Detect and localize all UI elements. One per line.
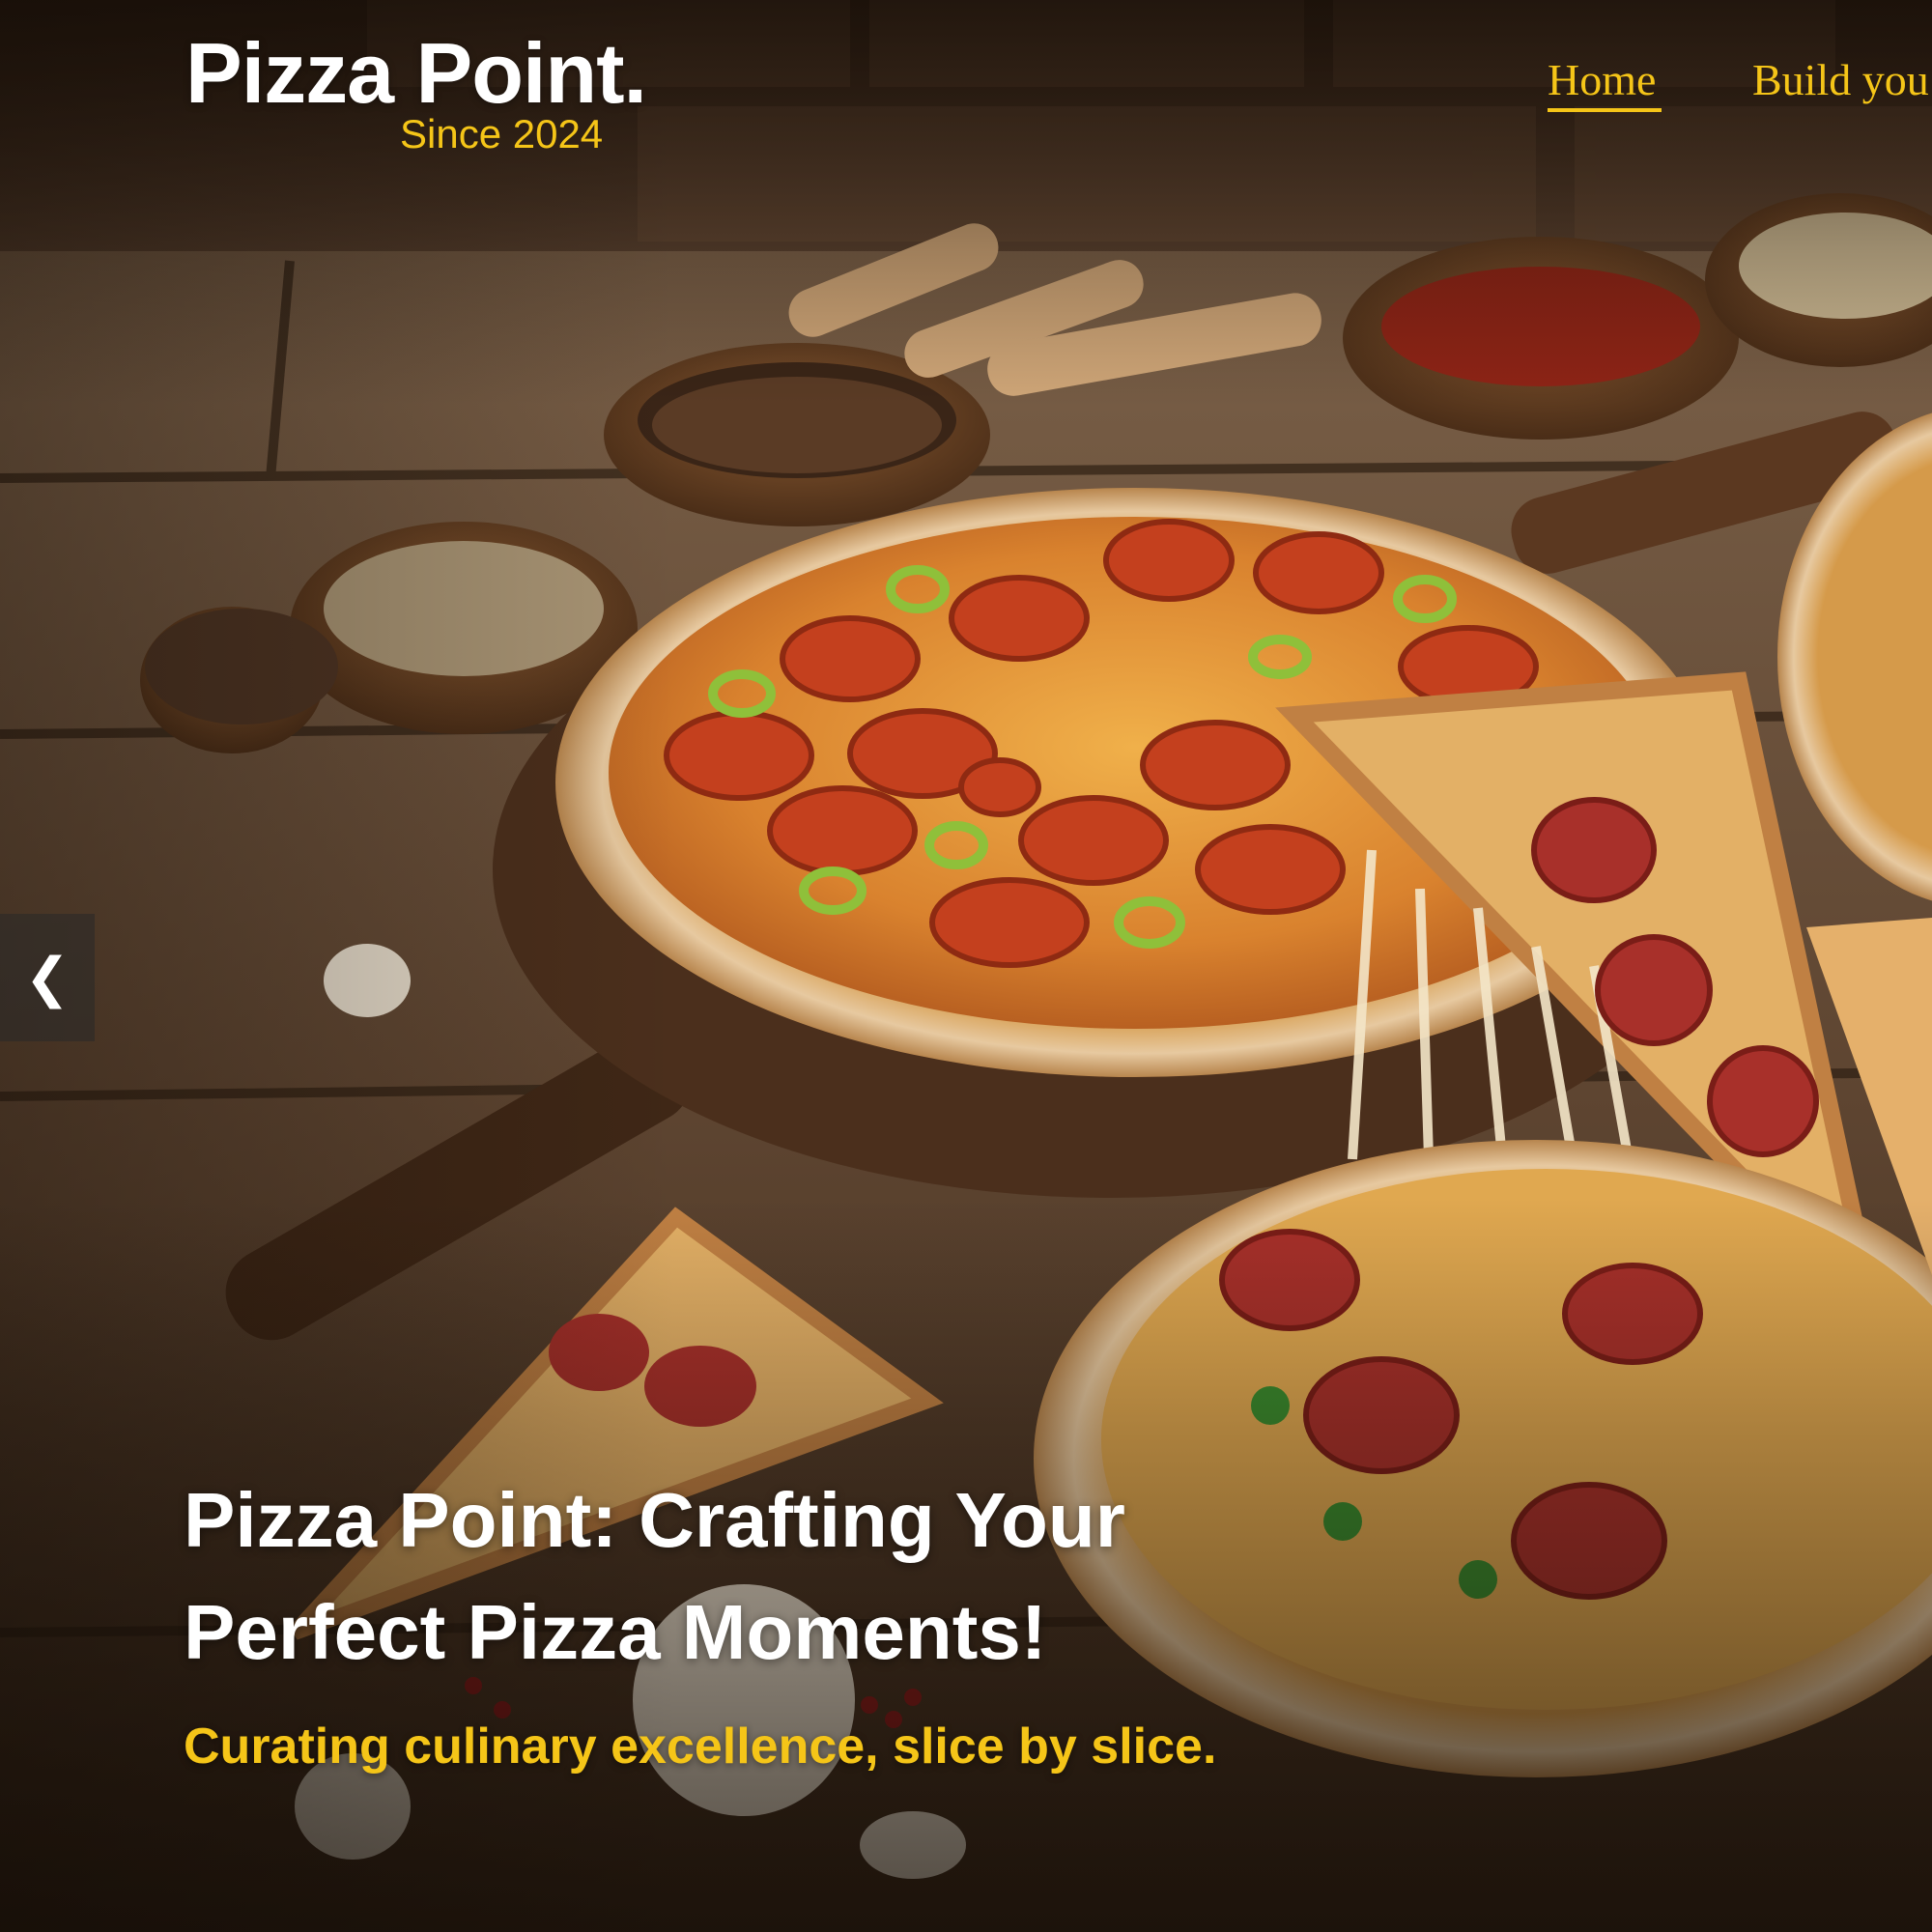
hero-subtitle: Curating culinary excellence, slice by s… [184,1719,1217,1775]
nav-active-indicator [1548,108,1662,112]
brand-logo[interactable]: Pizza Point. Since 2024 [185,25,647,155]
nav-link-build-your-pizza[interactable]: Build you [1752,56,1929,105]
nav-link-home[interactable]: Home [1548,56,1656,105]
carousel-prev-button[interactable]: ❮ [0,914,95,1041]
brand-tagline: Since 2024 [400,111,604,156]
chevron-left-icon: ❮ [24,946,71,1009]
main-nav: Home Build you [1548,56,1932,124]
hero-title: Pizza Point: Crafting Your Perfect Pizza… [184,1476,1125,1675]
brand-name: Pizza Point. [185,25,647,121]
